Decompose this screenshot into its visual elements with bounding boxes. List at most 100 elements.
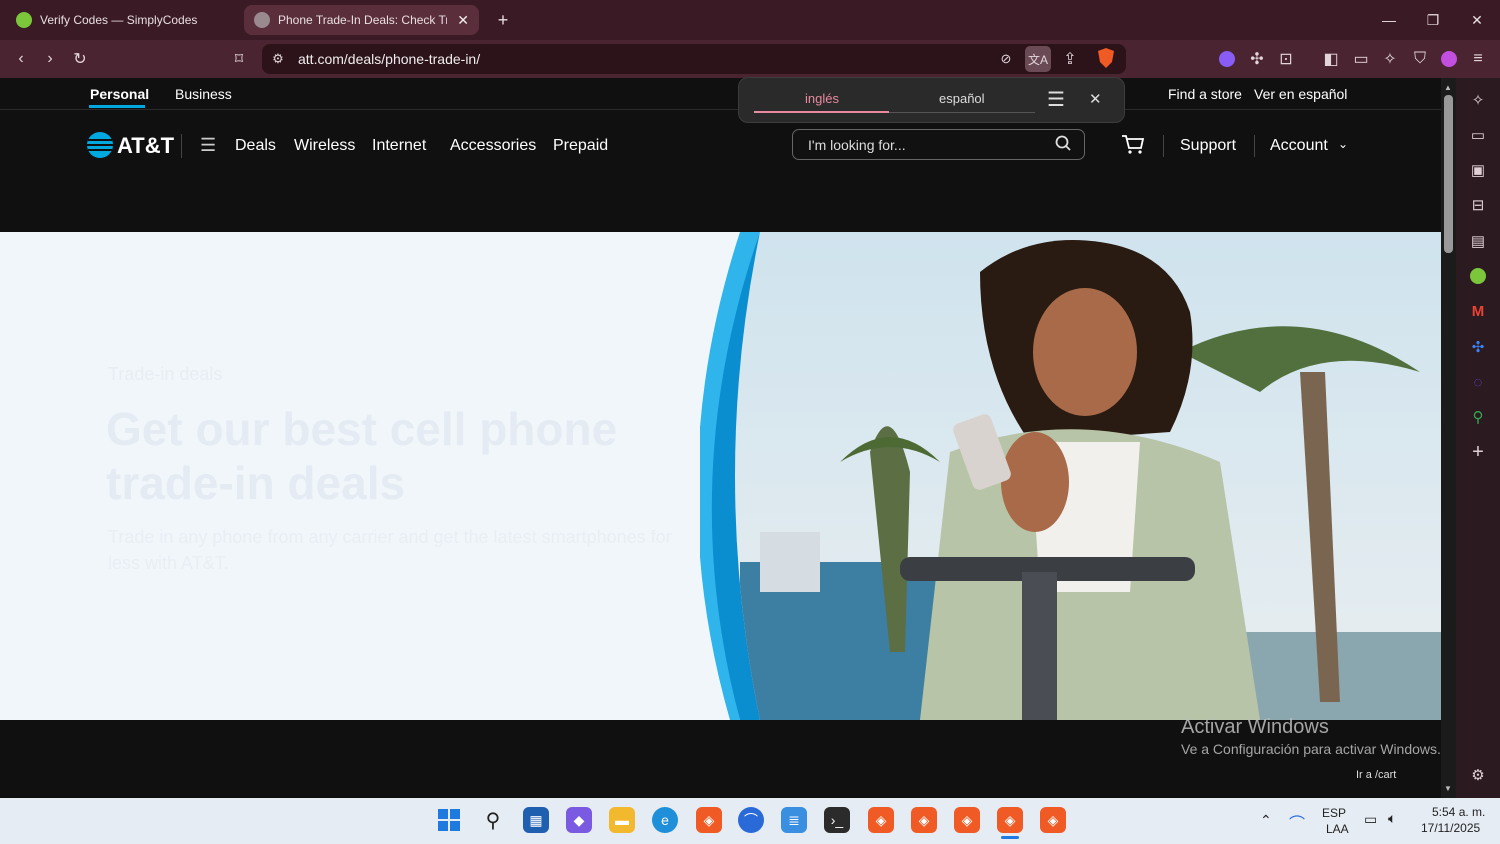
nav-deals[interactable]: Deals (235, 137, 276, 155)
translate-divider (889, 112, 1035, 113)
extension-side-icon[interactable]: ✣ (1468, 337, 1488, 357)
brave-talk-icon[interactable]: ▭ (1468, 125, 1488, 145)
support-divider (1254, 135, 1255, 157)
new-tab-button[interactable]: + (488, 8, 518, 32)
app-ring-icon[interactable]: ◌ (1468, 372, 1488, 392)
brave-taskbar-icon-5[interactable]: ◈ (1040, 807, 1066, 833)
brave-taskbar-icon-active[interactable]: ◈ (997, 807, 1023, 833)
tab-verify-codes[interactable]: Verify Codes — SimplyCodes (6, 5, 238, 35)
share-icon[interactable]: ⇪ (1059, 48, 1081, 70)
brave-shields-icon[interactable] (1095, 47, 1117, 69)
translate-option-spanish[interactable]: español (939, 91, 985, 106)
translate-icon[interactable]: 文A (1025, 46, 1051, 72)
file-explorer-icon[interactable]: ▬ (609, 807, 635, 833)
tab-search-icon[interactable]: ⊡ (1275, 48, 1297, 70)
windows-activation-subtitle: Ve a Configuración para activar Windows. (1181, 741, 1441, 757)
att-logo-text[interactable]: AT&T (117, 133, 174, 159)
m365-icon[interactable]: ◆ (566, 807, 592, 833)
maps-icon[interactable]: ⚲ (1468, 407, 1488, 427)
leo-sparkle-icon[interactable]: ✧ (1468, 90, 1488, 110)
support-link[interactable]: Support (1180, 137, 1236, 155)
tray-vpn-icon[interactable]: ⌒ (1289, 810, 1305, 834)
find-store-link[interactable]: Find a store (1168, 86, 1242, 102)
simplycodes-side-icon[interactable] (1468, 266, 1488, 286)
translate-option-english[interactable]: inglés (805, 91, 839, 106)
gmail-icon[interactable]: M (1468, 301, 1488, 321)
site-settings-icon[interactable]: ⚙ (267, 48, 289, 70)
logo-divider (181, 134, 182, 158)
tray-language-bottom[interactable]: LAA (1326, 822, 1349, 836)
nav-accessories[interactable]: Accessories (450, 137, 536, 155)
globe-icon (254, 12, 270, 28)
hero-title: Get our best cell phone trade-in deals (106, 403, 618, 509)
close-tab-icon[interactable]: ✕ (457, 12, 469, 29)
search-icon[interactable] (1055, 135, 1071, 158)
wallet-side-icon[interactable]: ▣ (1468, 160, 1488, 180)
hero-banner: Trade-in deals Get our best cell phone t… (0, 232, 1441, 720)
reload-icon[interactable]: ↻ (69, 48, 91, 70)
close-window-button[interactable]: ✕ (1462, 8, 1492, 32)
hero-body: Trade in any phone from any carrier and … (108, 527, 672, 573)
brave-taskbar-icon-3[interactable]: ◈ (911, 807, 937, 833)
tray-language-top[interactable]: ESP (1322, 806, 1346, 820)
search-taskbar-icon[interactable]: ⚲ (480, 807, 506, 833)
tray-chevron-up-icon[interactable]: ⌃ (1260, 812, 1272, 829)
clock-time[interactable]: 5:54 a. m. (1432, 805, 1485, 819)
account-menu[interactable]: Account (1270, 137, 1328, 155)
bookmark-icon[interactable]: ⌑ (228, 48, 250, 70)
back-icon[interactable]: ‹ (10, 48, 32, 70)
wallet-icon[interactable]: ▭ (1350, 48, 1372, 70)
subnav-active-indicator (89, 105, 145, 108)
leo-ai-icon[interactable] (1216, 48, 1238, 70)
network-icon[interactable]: ▭ (1364, 811, 1377, 828)
restore-button[interactable]: ❐ (1418, 8, 1448, 32)
forward-icon[interactable]: › (39, 48, 61, 70)
edge-icon[interactable]: e (652, 807, 678, 833)
ai-sparkle-icon[interactable]: ✧ (1379, 48, 1401, 70)
scroll-down-icon[interactable]: ▼ (1444, 784, 1452, 793)
brave-taskbar-icon-2[interactable]: ◈ (868, 807, 894, 833)
brave-taskbar-icon-1[interactable]: ◈ (696, 807, 722, 833)
translate-menu-icon[interactable]: ☰ (1047, 87, 1065, 112)
hamburger-menu-icon[interactable]: ☰ (200, 135, 216, 156)
vpn-icon[interactable]: ⛉ (1409, 48, 1431, 70)
subnav-personal[interactable]: Personal (90, 86, 149, 102)
no-tracking-icon[interactable]: ⊘ (995, 48, 1017, 70)
translate-close-icon[interactable]: ✕ (1089, 90, 1102, 108)
reading-list-icon[interactable]: ▤ (1468, 231, 1488, 251)
nav-prepaid[interactable]: Prepaid (553, 137, 608, 155)
active-app-indicator (1001, 836, 1019, 839)
browser-side-panel (1456, 78, 1500, 798)
translate-active-indicator (754, 111, 889, 113)
volume-icon[interactable]: 🔈︎ (1388, 810, 1396, 827)
scrollbar-thumb[interactable] (1444, 95, 1453, 253)
chevron-down-icon[interactable]: ⌄ (1338, 137, 1348, 151)
brave-taskbar-icon-4[interactable]: ◈ (954, 807, 980, 833)
clock-date[interactable]: 17/11/2025 (1421, 821, 1480, 835)
extensions-icon[interactable]: ✣ (1246, 48, 1268, 70)
menu-icon[interactable]: ≡ (1467, 48, 1489, 70)
store-icon[interactable]: ▦ (523, 807, 549, 833)
nav-internet[interactable]: Internet (372, 137, 426, 155)
att-globe-icon[interactable] (86, 131, 114, 164)
start-icon[interactable] (436, 807, 462, 833)
minimize-button[interactable]: — (1374, 8, 1404, 32)
profile-avatar-icon[interactable] (1438, 48, 1460, 70)
subnav-business[interactable]: Business (175, 86, 232, 102)
vpn-taskbar-icon[interactable]: ⌒ (738, 807, 764, 833)
bookmarks-side-icon[interactable]: ⊟ (1468, 195, 1488, 215)
spanish-link[interactable]: Ver en español (1254, 86, 1347, 102)
add-panel-icon[interactable]: + (1468, 441, 1488, 463)
site-search-input[interactable]: I'm looking for... (792, 129, 1085, 160)
notepad-icon[interactable]: ≣ (781, 807, 807, 833)
terminal-icon[interactable]: ›_ (824, 807, 850, 833)
tab-phone-trade-in[interactable]: Phone Trade-In Deals: Check Tra ✕ (244, 5, 479, 35)
cart-icon[interactable] (1121, 134, 1145, 161)
status-bar-url: Ir a /cart (1356, 769, 1397, 781)
simplycodes-icon (16, 12, 32, 28)
nav-wireless[interactable]: Wireless (294, 137, 355, 155)
scroll-up-icon[interactable]: ▲ (1444, 83, 1452, 92)
side-settings-icon[interactable]: ⚙ (1468, 765, 1488, 785)
hero-photo (700, 232, 1441, 720)
sidebar-toggle-icon[interactable]: ◧ (1320, 48, 1342, 70)
